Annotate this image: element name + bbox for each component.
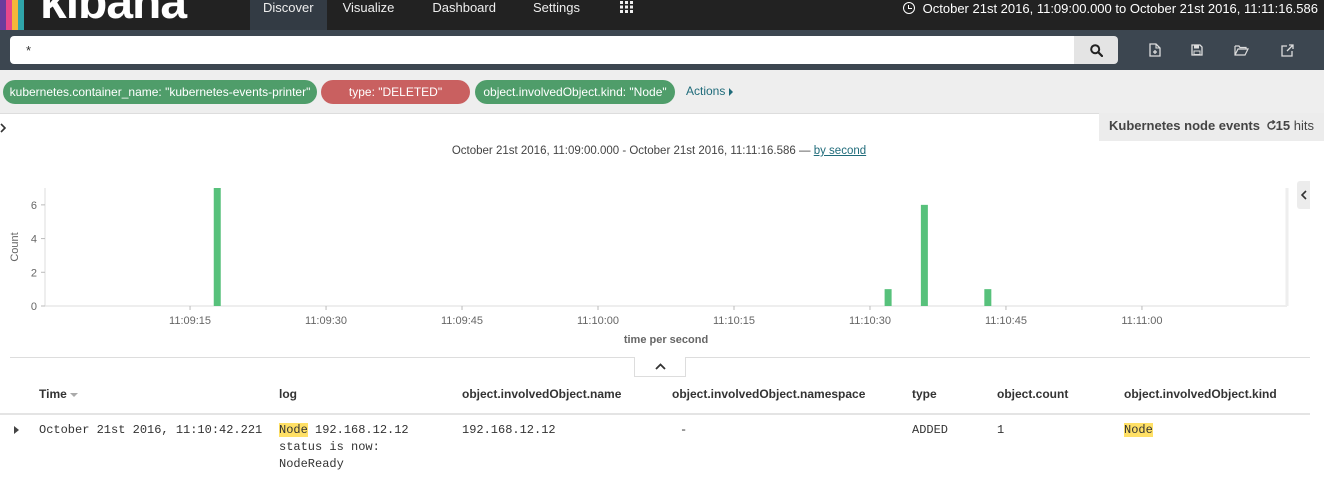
kibana-logo-stripes bbox=[0, 0, 24, 30]
filter-pill-involved-kind[interactable]: object.involvedObject.kind: "Node" bbox=[475, 80, 675, 104]
search-input[interactable] bbox=[10, 36, 1074, 64]
save-icon bbox=[1191, 44, 1203, 56]
kibana-logo[interactable]: kibana bbox=[40, 0, 187, 28]
histogram-bar bbox=[213, 188, 221, 306]
column-header-namespace[interactable]: object.involvedObject.namespace bbox=[672, 387, 865, 401]
collapse-histogram-tab[interactable] bbox=[634, 357, 686, 377]
cell-namespace: - bbox=[680, 423, 688, 437]
hits-count: 15 hits bbox=[1275, 118, 1314, 133]
x-tick-label: 11:09:30 bbox=[305, 315, 347, 327]
timepicker-range-label: October 21st 2016, 11:09:00.000 to Octob… bbox=[922, 0, 1318, 16]
filter-pill-container-name[interactable]: kubernetes.container_name: "kubernetes-e… bbox=[3, 80, 317, 104]
open-folder-icon bbox=[1233, 45, 1249, 56]
histogram-bar bbox=[984, 289, 992, 306]
x-tick-label: 11:10:15 bbox=[713, 315, 755, 327]
save-search-button[interactable] bbox=[1187, 40, 1207, 60]
open-search-button[interactable] bbox=[1231, 40, 1251, 60]
timepicker-toggle[interactable]: October 21st 2016, 11:09:00.000 to Octob… bbox=[902, 0, 1318, 16]
interval-link[interactable]: by second bbox=[814, 145, 866, 157]
x-tick-label: 11:09:15 bbox=[169, 315, 211, 327]
column-header-kind[interactable]: object.involvedObject.kind bbox=[1124, 387, 1277, 401]
new-search-button[interactable] bbox=[1145, 40, 1165, 60]
saved-search-name: Kubernetes node events bbox=[1109, 118, 1260, 133]
filter-actions-link[interactable]: Actions bbox=[686, 84, 733, 98]
histogram-range-title: October 21st 2016, 11:09:00.000 - Octobe… bbox=[451, 145, 867, 157]
column-header-log[interactable]: log bbox=[279, 387, 297, 401]
apps-grid-icon[interactable] bbox=[600, 0, 643, 30]
nav-settings[interactable]: Settings bbox=[519, 0, 600, 30]
filter-bar: kubernetes.container_name: "kubernetes-e… bbox=[0, 70, 1324, 114]
cell-name: 192.168.12.12 bbox=[462, 423, 556, 437]
column-header-name[interactable]: object.involvedObject.name bbox=[462, 387, 621, 401]
cell-log: Node 192.168.12.12 status is now: NodeRe… bbox=[279, 423, 409, 471]
chevron-up-icon bbox=[654, 363, 666, 370]
column-header-type[interactable]: type bbox=[912, 387, 937, 401]
chevron-left-icon bbox=[1300, 190, 1307, 200]
y-tick-label: 4 bbox=[31, 234, 37, 246]
histogram-bar bbox=[920, 204, 928, 306]
y-tick-label: 6 bbox=[31, 200, 37, 212]
cell-time: October 21st 2016, 11:10:42.221 bbox=[39, 423, 263, 437]
doc-table-header: Time log object.involvedObject.name obje… bbox=[0, 385, 1310, 415]
filter-pill-type-deleted[interactable]: type: "DELETED" bbox=[321, 80, 470, 104]
new-document-icon bbox=[1149, 43, 1161, 57]
histogram-bar bbox=[884, 289, 892, 306]
top-navbar: kibana Discover Visualize Dashboard Sett… bbox=[0, 0, 1324, 30]
y-axis-label: Count bbox=[9, 232, 21, 261]
expand-row-icon[interactable] bbox=[14, 426, 19, 434]
column-header-count[interactable]: object.count bbox=[997, 387, 1068, 401]
log-highlight: Node bbox=[279, 423, 308, 437]
x-tick-label: 11:10:00 bbox=[577, 315, 619, 327]
sort-down-icon[interactable] bbox=[70, 392, 79, 397]
x-tick-label: 11:09:45 bbox=[441, 315, 483, 327]
y-tick-label: 0 bbox=[31, 301, 37, 313]
query-bar bbox=[0, 30, 1324, 70]
share-icon bbox=[1280, 43, 1294, 57]
y-tick-label: 2 bbox=[31, 267, 37, 279]
column-header-time[interactable]: Time bbox=[39, 387, 79, 401]
x-tick-label: 11:10:45 bbox=[985, 315, 1027, 327]
sidebar-expand-icon[interactable] bbox=[0, 122, 7, 136]
x-axis-label: time per second bbox=[624, 334, 708, 346]
caret-right-icon bbox=[728, 87, 733, 96]
app-nav: Discover Visualize Dashboard Settings bbox=[250, 0, 643, 30]
search-icon bbox=[1089, 43, 1103, 57]
histogram-chart: 0 2 4 6 11:09:15 11:09:30 11:09:45 11:10:00 11:1… bbox=[9, 188, 1289, 346]
nav-dashboard[interactable]: Dashboard bbox=[410, 0, 519, 30]
search-button[interactable] bbox=[1074, 36, 1118, 64]
x-tick-label: 11:11:00 bbox=[1121, 315, 1162, 327]
share-search-button[interactable] bbox=[1277, 40, 1297, 60]
cell-count: 1 bbox=[997, 423, 1005, 437]
x-tick-label: 11:10:30 bbox=[849, 315, 891, 327]
clock-icon bbox=[902, 2, 915, 14]
nav-visualize[interactable]: Visualize bbox=[327, 0, 411, 30]
saved-search-hits: Kubernetes node events 15 hits bbox=[1099, 113, 1324, 141]
cell-kind: Node bbox=[1124, 423, 1153, 437]
cell-type: ADDED bbox=[912, 423, 949, 437]
nav-discover[interactable]: Discover bbox=[250, 0, 327, 30]
